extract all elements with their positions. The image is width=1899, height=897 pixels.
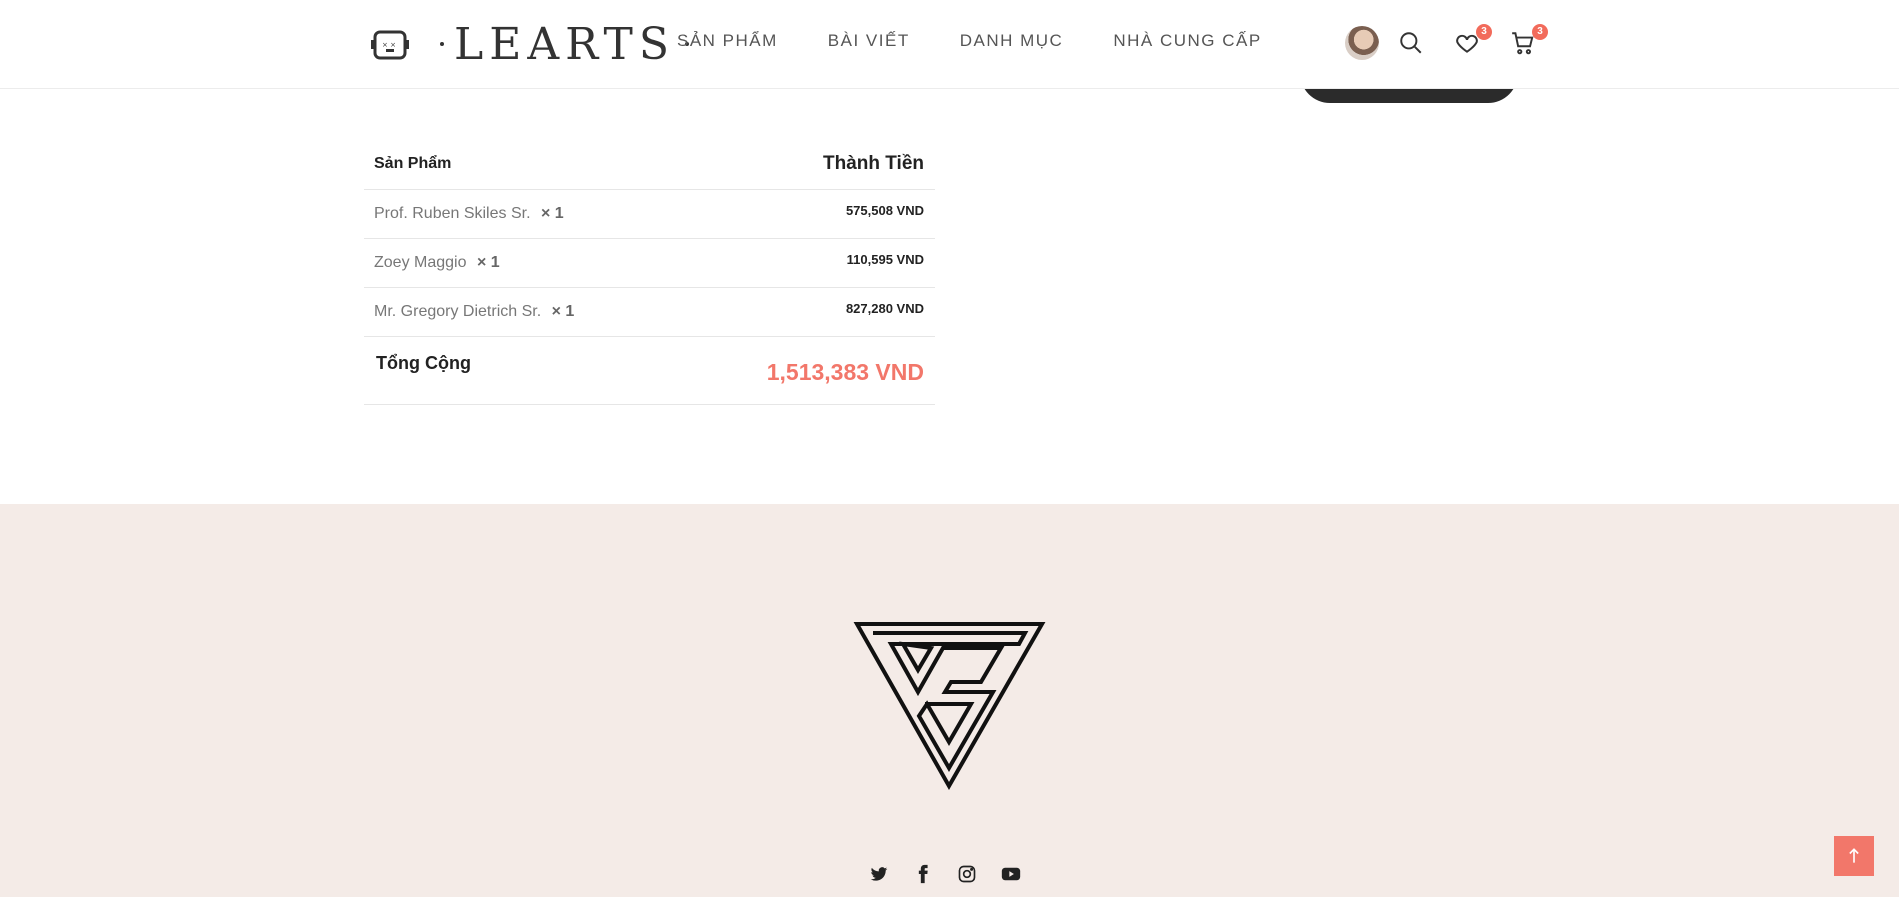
product-quantity: × 1 [476,254,500,271]
facebook-icon [918,864,928,884]
column-header-total: Thành Tiền [823,152,924,174]
footer-brand-logo[interactable] [853,620,1046,790]
twitter-icon [870,867,888,881]
product-name: Mr. Gregory Dietrich Sr. [374,303,542,320]
instagram-link[interactable] [957,864,977,884]
youtube-link[interactable] [1001,864,1021,884]
twitter-link[interactable] [869,864,889,884]
product-cell: Prof. Ruben Skiles Sr. × 1 [374,205,564,223]
cart-button[interactable]: 3 [1510,24,1548,56]
arrow-up-icon [1849,848,1859,863]
product-name: Zoey Maggio [374,254,467,271]
table-row: Mr. Gregory Dietrich Sr. × 1 827,280 VND [364,288,935,337]
nav-item-san-pham[interactable]: SẢN PHẨM [677,31,778,51]
svg-text:× ×: × × [382,41,396,49]
total-row: Tổng Cộng 1,513,383 VND [364,337,935,405]
table-header: Sản Phẩm Thành Tiền [364,138,935,190]
logo-text: LEARTS [454,18,675,70]
scroll-to-top-button[interactable] [1834,836,1874,876]
total-value: 1,513,383 VND [766,359,924,385]
nav-item-bai-viet[interactable]: BÀI VIẾT [828,31,910,51]
wishlist-count-badge: 3 [1476,24,1492,40]
avatar[interactable] [1345,26,1379,60]
instagram-icon [958,865,976,883]
wishlist-button[interactable]: 3 [1454,24,1492,56]
robot-face-icon: × × [371,30,409,60]
facebook-link[interactable] [913,864,933,884]
product-cell: Zoey Maggio × 1 [374,254,500,272]
search-button[interactable] [1398,30,1424,56]
table-row: Prof. Ruben Skiles Sr. × 1 575,508 VND [364,190,935,239]
product-cell: Mr. Gregory Dietrich Sr. × 1 [374,303,574,321]
youtube-icon [1001,867,1021,881]
nav-item-nha-cung-cap[interactable]: NHÀ CUNG CẤP [1113,31,1261,51]
product-name: Prof. Ruben Skiles Sr. [374,205,531,222]
product-quantity: × 1 [540,205,564,222]
table-row: Zoey Maggio × 1 110,595 VND [364,239,935,288]
main-nav: SẢN PHẨM BÀI VIẾT DANH MỤC NHÀ CUNG CẤP [677,31,1262,51]
site-footer [0,504,1899,897]
site-logo[interactable]: × × LEARTS [370,14,699,74]
search-icon [1400,32,1422,54]
cart-count-badge: 3 [1532,24,1548,40]
social-links [869,864,1021,884]
site-header: × × LEARTS SẢN PHẨM BÀI VIẾT DANH MỤC NH… [0,0,1899,89]
nav-item-danh-muc[interactable]: DANH MỤC [960,31,1064,51]
product-price: 575,508 VND [845,203,924,218]
column-header-product: Sản Phẩm [374,154,452,172]
product-price: 110,595 VND [846,252,924,267]
product-price: 827,280 VND [845,301,924,316]
total-label: Tổng Cộng [376,353,471,373]
header-actions: 3 3 [1345,24,1566,60]
logo-dot-left [440,42,444,46]
order-summary-table: Sản Phẩm Thành Tiền Prof. Ruben Skiles S… [364,138,935,405]
product-quantity: × 1 [551,303,575,320]
